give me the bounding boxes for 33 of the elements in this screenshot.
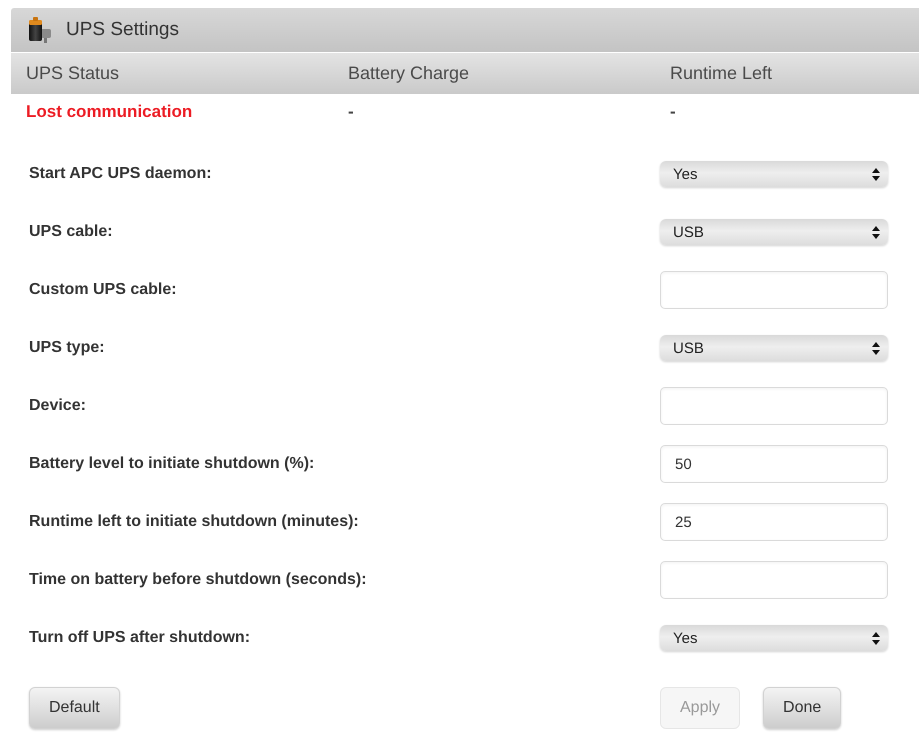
- dropdown[interactable]: USB: [660, 335, 888, 361]
- updown-caret-icon: [872, 226, 880, 238]
- input-field[interactable]: [660, 271, 888, 309]
- field-label: Device:: [29, 397, 86, 415]
- status-cell: Lost communication: [26, 102, 192, 122]
- updown-caret-icon: [872, 632, 880, 644]
- field-label: Turn off UPS after shutdown:: [29, 629, 250, 647]
- column-header: UPS Status: [26, 63, 120, 84]
- status-cell: -: [348, 102, 354, 122]
- field-label: UPS type:: [29, 339, 105, 357]
- input-field[interactable]: 50: [660, 445, 888, 483]
- button[interactable]: Default: [29, 687, 120, 729]
- button: Apply: [660, 687, 740, 729]
- input-field[interactable]: 25: [660, 503, 888, 541]
- field-label: Battery level to initiate shutdown (%):: [29, 455, 314, 473]
- window-title: UPS Settings: [66, 19, 179, 41]
- field-label: UPS cable:: [29, 223, 113, 241]
- field-label: Runtime left to initiate shutdown (minutes):: [29, 513, 359, 531]
- dropdown[interactable]: USB: [660, 219, 888, 245]
- field-label: Time on battery before shutdown (seconds):: [29, 571, 367, 589]
- status-cell: -: [670, 102, 676, 122]
- battery-icon: [28, 17, 52, 43]
- column-header: Battery Charge: [348, 63, 470, 84]
- dropdown[interactable]: Yes: [660, 161, 888, 187]
- field-label: Custom UPS cable:: [29, 281, 177, 299]
- updown-caret-icon: [872, 342, 880, 354]
- field-label: Start APC UPS daemon:: [29, 165, 212, 183]
- button[interactable]: Done: [763, 687, 842, 729]
- input-field[interactable]: [660, 387, 888, 425]
- column-header: Runtime Left: [670, 63, 774, 84]
- dropdown[interactable]: Yes: [660, 625, 888, 651]
- updown-caret-icon: [872, 168, 880, 180]
- input-field[interactable]: [660, 561, 888, 599]
